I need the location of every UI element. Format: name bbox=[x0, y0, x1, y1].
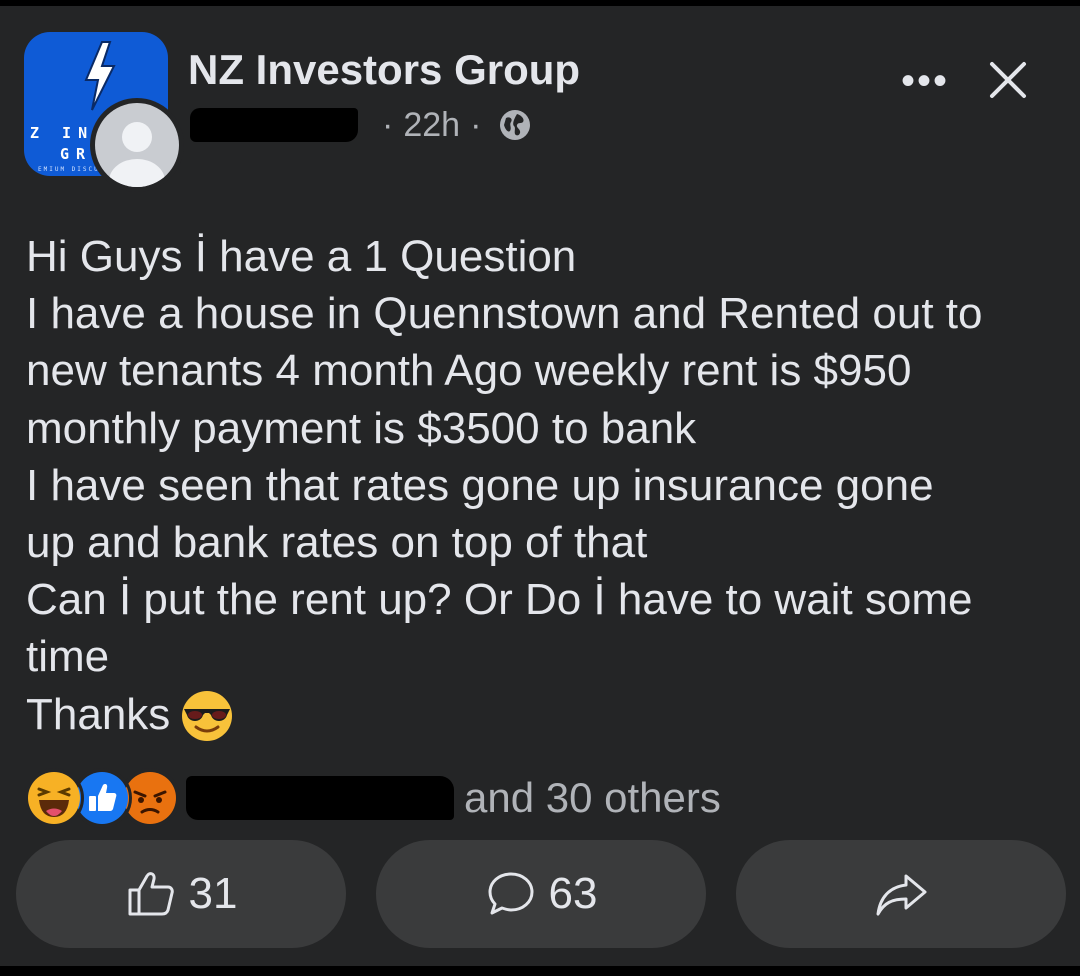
post-text-line: new tenants 4 month Ago weekly rent is $… bbox=[26, 346, 912, 396]
more-options-button[interactable]: ••• bbox=[890, 56, 960, 106]
author-avatar[interactable] bbox=[90, 98, 184, 192]
share-icon bbox=[876, 874, 927, 916]
thumbs-up-icon bbox=[128, 872, 174, 916]
comment-button[interactable]: 63 bbox=[376, 840, 706, 948]
post-text-line: time bbox=[26, 632, 110, 682]
post-text-line: up and bank rates on top of that bbox=[26, 518, 648, 568]
post-text-thanks: Thanks bbox=[26, 689, 171, 739]
reactions-summary[interactable]: and 30 others bbox=[24, 768, 721, 828]
meta-separator: · bbox=[382, 105, 394, 144]
redacted-reactor-names bbox=[186, 776, 454, 820]
meta-separator: · bbox=[470, 105, 482, 144]
group-name-link[interactable]: NZ Investors Group bbox=[188, 46, 580, 94]
group-logo-text: EMIUM DISCU bbox=[38, 166, 100, 173]
redacted-author-name[interactable] bbox=[190, 108, 358, 142]
post-text-line: Can İ put the rent up? Or Do İ have to w… bbox=[26, 575, 973, 625]
share-button[interactable] bbox=[736, 840, 1066, 948]
sunglasses-emoji-icon bbox=[182, 690, 233, 741]
close-icon[interactable] bbox=[982, 54, 1034, 106]
post-card: Z INV GR EMIUM DISCU NZ Investors Group … bbox=[0, 6, 1080, 966]
post-timestamp[interactable]: 22h bbox=[403, 106, 460, 145]
post-meta: · 22h · bbox=[190, 102, 533, 148]
post-text-line: monthly payment is $3500 to bank bbox=[26, 403, 697, 453]
post-body: Hi Guys İ have a 1 Question I have a hou… bbox=[26, 228, 1066, 743]
like-button[interactable]: 31 bbox=[16, 840, 346, 948]
lightning-icon bbox=[84, 41, 116, 111]
haha-reaction-icon bbox=[24, 768, 84, 828]
reactors-summary-text: and 30 others bbox=[464, 774, 721, 821]
default-avatar-icon bbox=[95, 103, 179, 187]
group-logo-text: GR bbox=[60, 145, 93, 163]
post-text-line: I have a house in Quennstown and Rented … bbox=[26, 289, 983, 339]
comment-icon bbox=[488, 872, 534, 915]
post-text-line: Hi Guys İ have a 1 Question bbox=[26, 232, 577, 281]
comment-count: 63 bbox=[548, 869, 598, 918]
post-text-line: I have seen that rates gone up insurance… bbox=[26, 460, 934, 510]
post-text-line-last: Thanks bbox=[26, 686, 1066, 743]
like-count: 31 bbox=[188, 869, 238, 918]
globe-icon bbox=[500, 110, 531, 140]
